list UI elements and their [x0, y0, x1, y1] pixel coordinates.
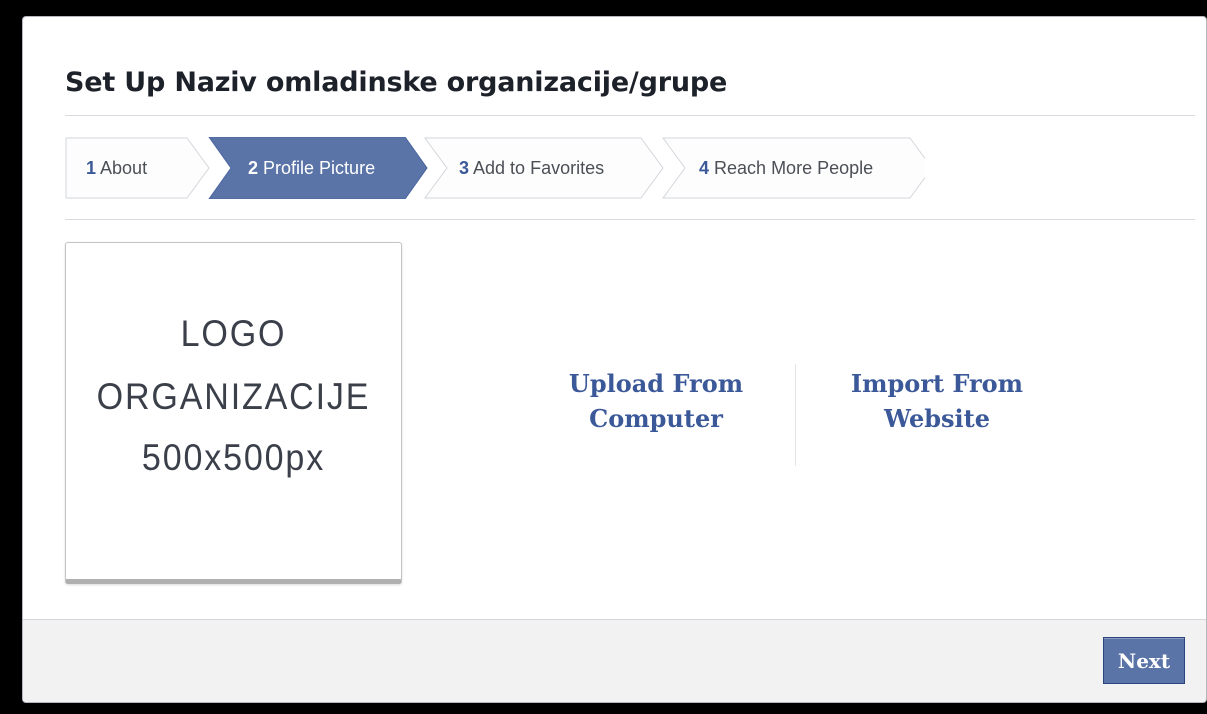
- step-progress: 1 About 2 Profile Picture 3 Add to Favor…: [65, 137, 925, 199]
- step-2[interactable]: 2 Profile Picture: [248, 137, 375, 199]
- upload-link-line-1: Upload From: [568, 369, 744, 398]
- step-1[interactable]: 1 About: [86, 137, 147, 199]
- title-divider: [65, 115, 1195, 116]
- step-4-number: 4: [699, 158, 710, 178]
- logo-text-line-1: LOGO: [180, 313, 287, 354]
- upload-link-line-2: Computer: [589, 404, 723, 433]
- step-2-label: Profile Picture: [263, 158, 376, 178]
- step-4-label: Reach More People: [714, 158, 874, 178]
- step-4[interactable]: 4 Reach More People: [699, 137, 873, 199]
- import-from-website-link[interactable]: Import From Website: [807, 366, 1067, 436]
- step-3-label: Add to Favorites: [473, 158, 605, 178]
- logo-text-line-2: ORGANIZACIJE: [96, 376, 371, 417]
- step-2-number: 2: [248, 158, 259, 178]
- step-1-label: About: [100, 158, 148, 178]
- dialog-title: Set Up Naziv omladinske organizacije/gru…: [65, 67, 728, 98]
- logo-text-line-3: 500x500px: [141, 437, 326, 478]
- profile-picture-preview: LOGO ORGANIZACIJE 500x500px: [65, 242, 402, 584]
- step-3[interactable]: 3 Add to Favorites: [459, 137, 604, 199]
- next-button[interactable]: Next: [1103, 637, 1185, 684]
- upload-from-computer-link[interactable]: Upload From Computer: [526, 366, 786, 436]
- setup-dialog: Set Up Naziv omladinske organizacije/gru…: [22, 16, 1207, 703]
- step-3-number: 3: [459, 158, 470, 178]
- steps-divider: [65, 219, 1195, 220]
- import-link-line-1: Import From: [850, 369, 1024, 398]
- dialog-footer: Next: [23, 619, 1206, 702]
- import-link-line-2: Website: [883, 404, 991, 433]
- actions-divider: [795, 364, 796, 466]
- step-1-number: 1: [86, 158, 97, 178]
